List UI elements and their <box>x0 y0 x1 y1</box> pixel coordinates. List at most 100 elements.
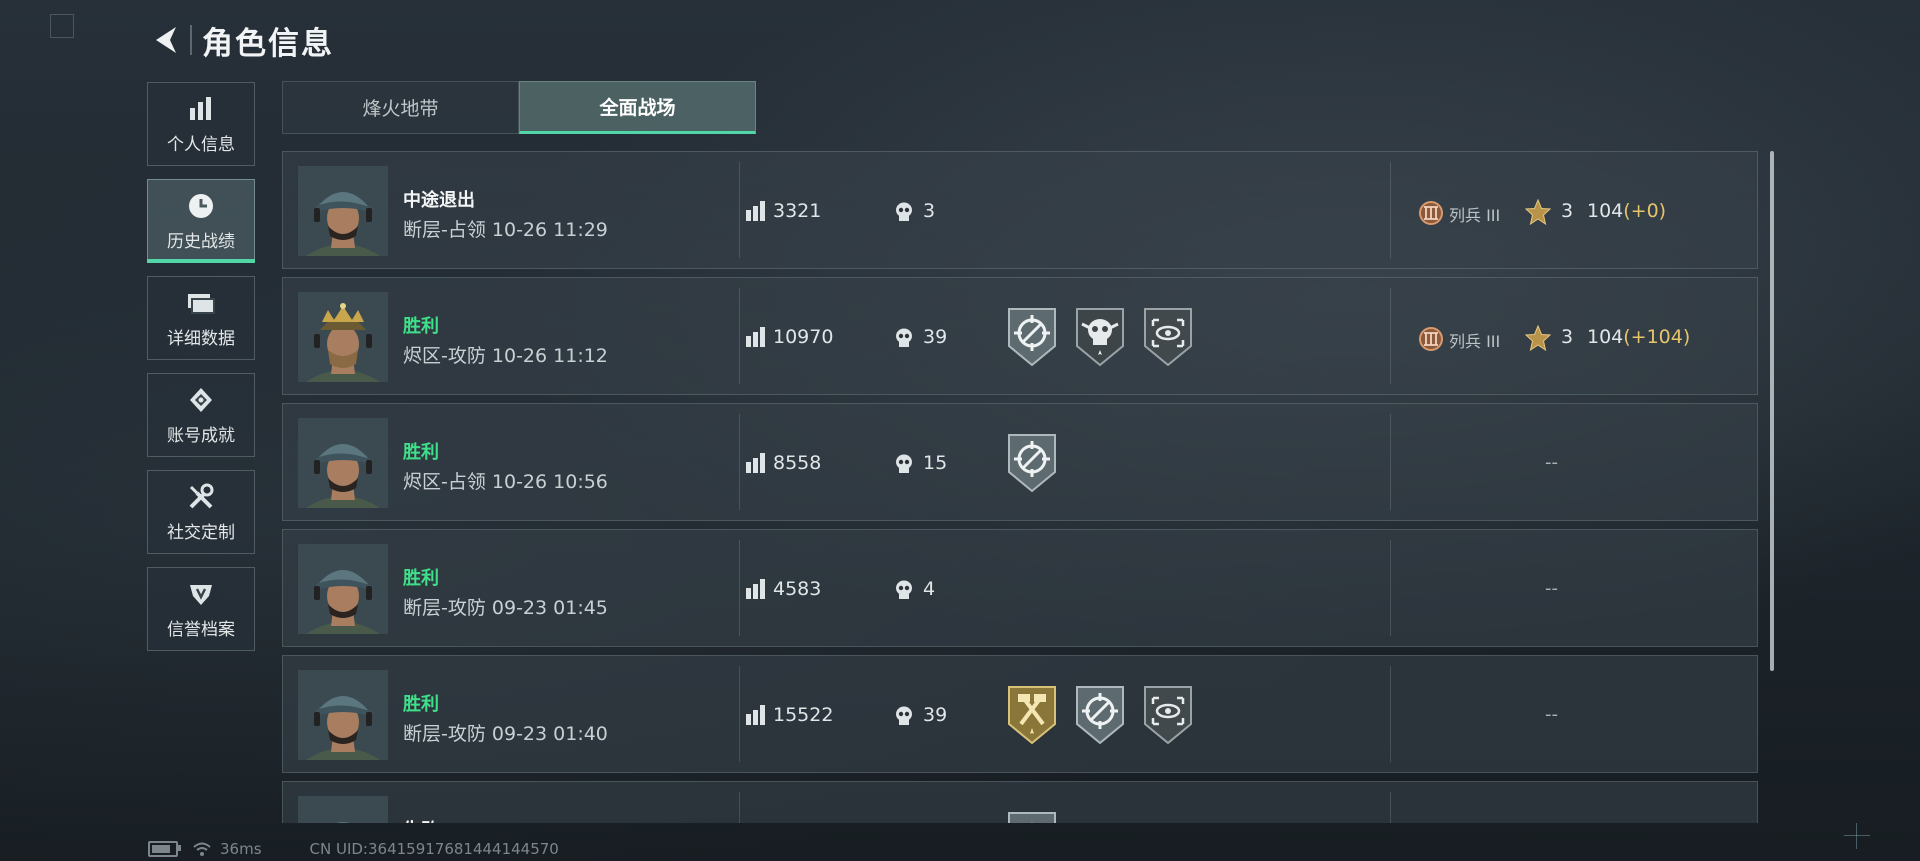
tab-full-battlefield[interactable]: 全面战场 <box>519 81 756 134</box>
clock-icon <box>184 191 218 221</box>
row-divider <box>1390 666 1391 762</box>
row-divider <box>739 414 740 510</box>
back-arrow-icon <box>156 27 176 53</box>
star-icon <box>1524 324 1552 352</box>
kills-icon <box>893 453 915 473</box>
bar-chart-icon <box>184 94 218 124</box>
sidebar-item-personal-info[interactable]: 个人信息 <box>147 82 255 166</box>
cards-icon <box>184 288 218 318</box>
character-avatar <box>298 292 388 382</box>
score-icon <box>745 453 767 473</box>
star-badge-icon[interactable] <box>1006 810 1058 823</box>
rank-empty-placeholder: -- <box>1545 578 1558 599</box>
rank-points: 104(+0) <box>1587 200 1666 222</box>
sidebar-item-achievements[interactable]: 账号成就 <box>147 373 255 457</box>
row-divider <box>739 288 740 384</box>
row-divider <box>1390 162 1391 258</box>
match-record-row[interactable]: 胜利 断层-攻防 09-23 01:40 15522 39 -- <box>282 655 1758 773</box>
character-avatar <box>298 166 388 256</box>
row-divider <box>1390 288 1391 384</box>
rank-empty-placeholder: -- <box>1545 452 1558 473</box>
match-kills: 39 <box>923 326 948 348</box>
score-icon <box>745 327 767 347</box>
rank-points-delta: (+104) <box>1623 326 1691 348</box>
row-divider <box>1390 792 1391 823</box>
match-score: 15522 <box>773 704 834 726</box>
rank-empty-placeholder: -- <box>1545 704 1558 725</box>
score-icon <box>745 201 767 221</box>
eye-target-badge-icon[interactable] <box>1142 684 1194 746</box>
page-header: 角色信息 <box>148 18 334 62</box>
match-map-mode-time: 断层-攻防 09-23 01:40 <box>403 723 608 745</box>
match-result: 中途退出 <box>403 190 475 211</box>
rank-points-value: 104 <box>1587 200 1624 222</box>
kills-icon <box>893 579 915 599</box>
match-score: 4583 <box>773 578 822 600</box>
page-title: 角色信息 <box>202 25 334 62</box>
sidebar: 个人信息 历史战绩 详细数据 账号成就 社交定制 信誉档案 <box>147 82 257 664</box>
match-result: 胜利 <box>403 442 439 463</box>
star-icon <box>1524 198 1552 226</box>
sidebar-item-label: 社交定制 <box>167 522 235 543</box>
ping-value: 36ms <box>220 840 262 858</box>
crosshair-badge-icon[interactable] <box>1006 306 1058 368</box>
match-result: 胜利 <box>403 316 439 337</box>
match-map-mode-time: 烬区-攻防 10-26 11:12 <box>403 345 608 367</box>
match-record-row[interactable]: 胜利烬区-占领 10-26 10:56 8558 15 -- <box>282 403 1758 521</box>
row-divider <box>739 540 740 636</box>
back-button[interactable] <box>148 21 186 59</box>
kills-icon <box>893 201 915 221</box>
sidebar-item-match-history[interactable]: 历史战绩 <box>147 179 255 263</box>
match-record-row[interactable]: 胜利 断层-攻防 09-23 01:45 4583 4 -- <box>282 529 1758 647</box>
rank-icon <box>1418 326 1444 352</box>
match-result: 失败 <box>403 816 439 823</box>
shield-icon <box>184 579 218 609</box>
kills-icon <box>893 705 915 725</box>
match-score: 3321 <box>773 200 822 222</box>
match-record-row[interactable]: 中途退出 断层-占领 10-26 11:29 3321 3 列兵 III 3 104(+0) <box>282 151 1758 269</box>
match-kills: 3 <box>923 200 936 222</box>
sidebar-item-label: 信誉档案 <box>167 619 235 640</box>
sidebar-item-social-custom[interactable]: 社交定制 <box>147 470 255 554</box>
match-history-list: 中途退出 断层-占领 10-26 11:29 3321 3 列兵 III 3 104(+0)… <box>282 151 1760 823</box>
score-icon <box>745 579 767 599</box>
match-score: 8558 <box>773 452 822 474</box>
tools-icon <box>184 482 218 512</box>
player-uid: CN UID:36415917681444144570 <box>309 840 559 858</box>
match-kills: 15 <box>923 452 948 474</box>
match-map-mode-time: 断层-攻防 09-23 01:45 <box>403 597 608 619</box>
match-record-row[interactable]: 失败-- <box>282 781 1758 823</box>
kills-icon <box>893 327 915 347</box>
header-divider <box>190 25 192 55</box>
sidebar-item-detailed-data[interactable]: 详细数据 <box>147 276 255 360</box>
crosshair-badge-icon[interactable] <box>1006 432 1058 494</box>
row-divider <box>1390 414 1391 510</box>
sidebar-item-credit-record[interactable]: 信誉档案 <box>147 567 255 651</box>
gold-hammer-badge-icon[interactable] <box>1006 684 1058 746</box>
character-avatar <box>298 670 388 760</box>
sidebar-item-label: 个人信息 <box>167 134 235 155</box>
match-result: 胜利 <box>403 568 439 589</box>
battery-icon <box>148 841 181 857</box>
mode-tabs: 烽火地带 全面战场 <box>282 81 756 134</box>
skull-badge-icon[interactable] <box>1074 306 1126 368</box>
medal-icon <box>184 385 218 415</box>
list-scrollbar[interactable] <box>1770 151 1774 671</box>
rank-name: 列兵 III <box>1449 206 1501 225</box>
match-kills: 39 <box>923 704 948 726</box>
character-avatar <box>298 796 388 823</box>
corner-crosshair-mark <box>1844 823 1870 849</box>
wifi-icon <box>193 842 211 856</box>
eye-target-badge-icon[interactable] <box>1142 306 1194 368</box>
rank-points-value: 104 <box>1587 326 1624 348</box>
tab-hazard-zone[interactable]: 烽火地带 <box>282 81 519 134</box>
match-map-mode-time: 烬区-占领 10-26 10:56 <box>403 471 608 493</box>
match-score: 10970 <box>773 326 834 348</box>
row-divider <box>739 792 740 823</box>
crosshair-badge-icon[interactable] <box>1074 684 1126 746</box>
row-divider <box>1390 540 1391 636</box>
match-record-row[interactable]: 胜利 烬区-攻防 10-26 11:12 10970 39 列兵 III 3 104(+10… <box>282 277 1758 395</box>
sidebar-item-label: 历史战绩 <box>167 231 235 252</box>
score-icon <box>745 705 767 725</box>
character-avatar <box>298 544 388 634</box>
